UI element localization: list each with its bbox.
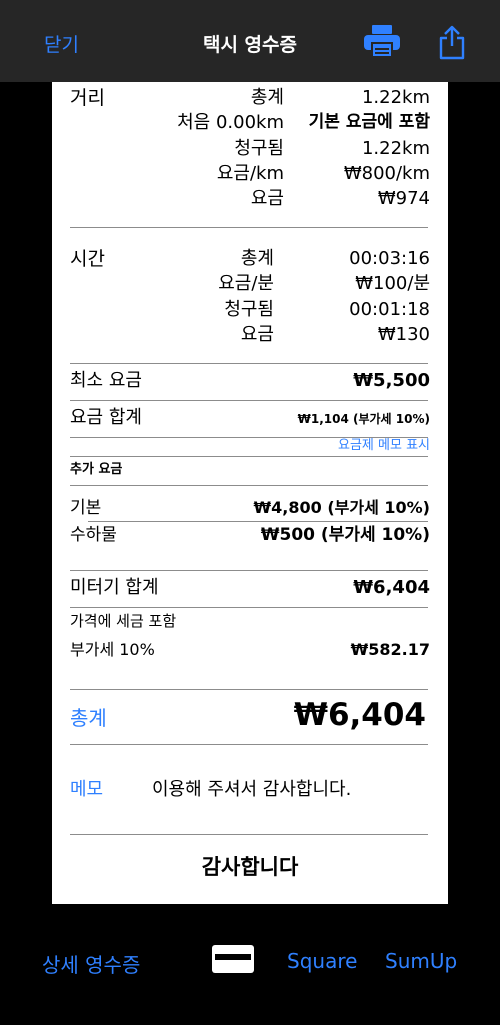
distance-total-value: 1.22km — [361, 87, 430, 108]
distance-rate-value: ₩800/km — [343, 163, 430, 184]
fare-total-value: ₩1,104 (부가세 10%) — [297, 412, 430, 426]
time-billed-label: 청구됨 — [224, 299, 274, 320]
distance-billed-value: 1.22km — [361, 138, 430, 159]
time-fare-label: 요금 — [240, 324, 274, 345]
grand-total-label: 총계 — [70, 706, 107, 730]
time-label: 시간 — [70, 248, 105, 270]
grand-total-value: ₩6,404 — [293, 697, 426, 733]
divider — [70, 570, 428, 571]
share-icon[interactable] — [437, 24, 467, 60]
extras-label: 추가 요금 — [70, 462, 123, 477]
detail-receipt-button[interactable]: 상세 영수증 — [42, 949, 140, 978]
fare-total-label: 요금 합계 — [70, 407, 142, 428]
show-rate-memo-link[interactable]: 요금제 메모 표시 — [338, 439, 430, 452]
divider — [70, 485, 428, 486]
extra-luggage-value: ₩500 (부가세 10%) — [260, 525, 430, 545]
receipt-paper: 거리 총계 1.22km 처음 0.00km 기본 요금에 포함 청구됨 1.2… — [52, 82, 448, 904]
divider — [70, 834, 428, 835]
divider — [70, 607, 428, 608]
divider — [70, 227, 428, 228]
distance-total-label: 총계 — [250, 87, 284, 108]
divider — [88, 521, 428, 522]
divider — [70, 689, 428, 690]
memo-label: 메모 — [70, 779, 104, 800]
extra-base-label: 기본 — [70, 498, 102, 518]
time-total-value: 00:03:16 — [349, 248, 430, 269]
square-button[interactable]: Square — [287, 949, 357, 973]
tax-included-label: 가격에 세금 포함 — [70, 612, 177, 630]
printer-icon[interactable] — [363, 24, 401, 58]
distance-billed-label: 청구됨 — [234, 138, 284, 159]
distance-fare-value: ₩974 — [377, 188, 430, 209]
divider — [70, 400, 428, 401]
meter-total-value: ₩6,404 — [353, 577, 430, 598]
extra-luggage-label: 수하물 — [70, 525, 117, 545]
top-bar: 닫기 택시 영수증 — [0, 0, 500, 82]
memo-text: 이용해 주셔서 감사합니다. — [152, 779, 352, 800]
divider — [70, 744, 428, 745]
credit-card-icon[interactable] — [211, 944, 255, 974]
divider — [70, 363, 428, 364]
time-rate-value: ₩100/분 — [355, 273, 430, 294]
sumup-button[interactable]: SumUp — [385, 949, 457, 973]
extra-base-value: ₩4,800 (부가세 10%) — [253, 498, 430, 517]
vat-value: ₩582.17 — [350, 640, 430, 659]
minimum-fare-value: ₩5,500 — [353, 370, 430, 391]
time-billed-value: 00:01:18 — [349, 299, 430, 320]
distance-first-label: 처음 0.00km — [177, 112, 284, 133]
time-rate-label: 요금/분 — [218, 273, 274, 294]
thanks-text: 감사합니다 — [201, 855, 299, 879]
distance-rate-label: 요금/km — [216, 163, 284, 184]
distance-fare-label: 요금 — [250, 188, 284, 209]
divider — [70, 456, 428, 457]
page-title: 택시 영수증 — [202, 34, 297, 56]
minimum-fare-label: 최소 요금 — [70, 370, 142, 391]
distance-first-value: 기본 요금에 포함 — [308, 112, 430, 132]
distance-label: 거리 — [70, 87, 105, 109]
time-fare-value: ₩130 — [377, 324, 430, 345]
vat-label: 부가세 10% — [70, 640, 155, 659]
time-total-label: 총계 — [240, 248, 274, 269]
meter-total-label: 미터기 합계 — [70, 577, 159, 598]
